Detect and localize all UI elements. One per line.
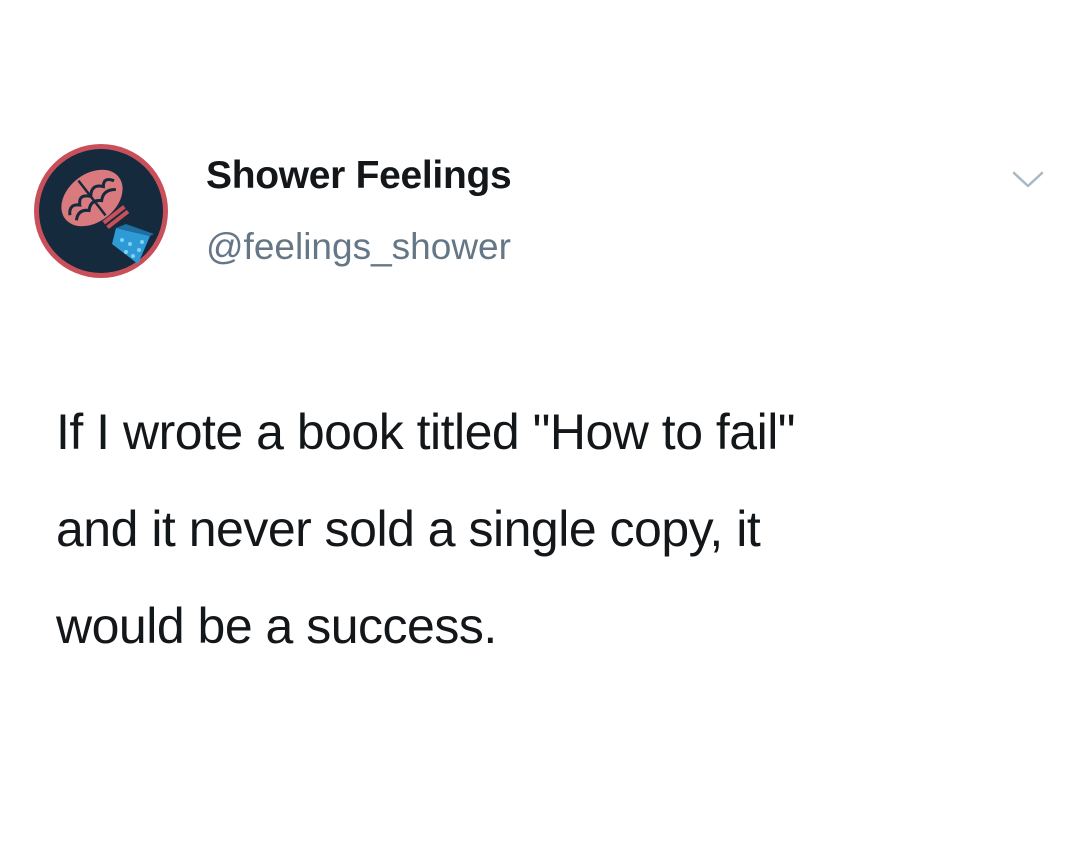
brain-shower-head-icon (34, 144, 168, 278)
author-display-name[interactable]: Shower Feelings (206, 154, 512, 198)
chevron-down-icon (1012, 171, 1044, 188)
tweet-text-line: would be a success. (56, 598, 497, 654)
avatar[interactable] (30, 140, 172, 282)
author-handle[interactable]: @feelings_shower (206, 226, 511, 268)
tweet-text: If I wrote a book titled "How to fail" a… (56, 384, 1016, 675)
tweet-text-line: and it never sold a single copy, it (56, 501, 761, 557)
tweet-text-line: If I wrote a book titled "How to fail" (56, 404, 796, 460)
tweet-card: Shower Feelings @feelings_shower If I wr… (0, 0, 1080, 854)
tweet-menu-button[interactable] (1011, 170, 1045, 190)
